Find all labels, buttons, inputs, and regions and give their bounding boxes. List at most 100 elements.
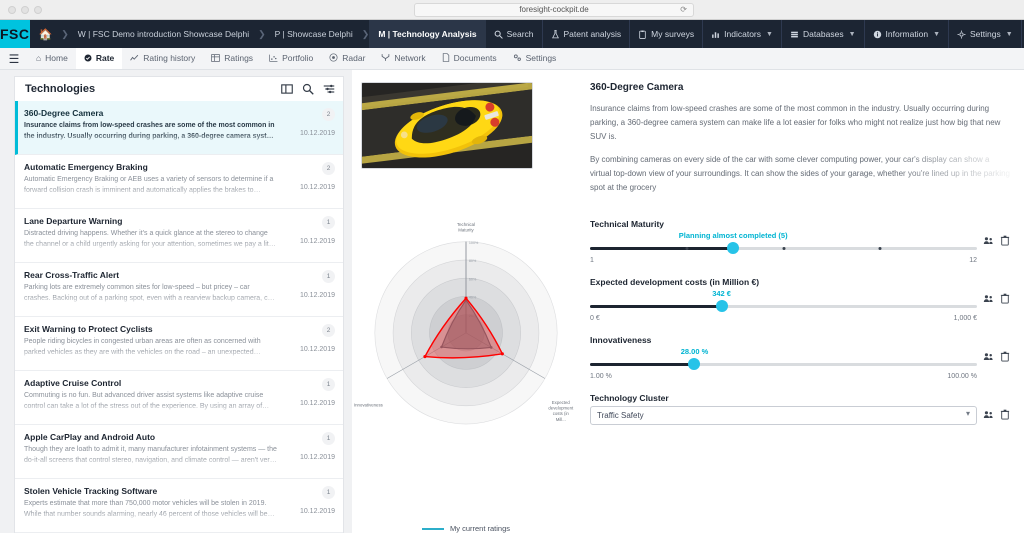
window-controls[interactable]	[0, 5, 42, 14]
technology-cluster-select[interactable]: Traffic Safety	[590, 406, 977, 425]
scatter-icon	[269, 54, 278, 62]
svg-text:80%: 80%	[469, 259, 477, 263]
svg-text:100%: 100%	[469, 241, 479, 245]
line-chart-icon	[130, 54, 139, 62]
breadcrumb-home[interactable]: 🏠	[30, 20, 62, 48]
breadcrumb-label: P | Showcase Delphi	[274, 29, 353, 39]
maximize-window-button[interactable]	[34, 5, 42, 14]
slider-value-text: 342 €	[712, 289, 731, 298]
search-icon	[494, 30, 503, 39]
list-item-date: 10.12.2019	[299, 292, 335, 299]
technology-detail-panel: 360-Degree Camera Insurance claims from …	[580, 70, 1024, 533]
slider-tick	[878, 246, 882, 250]
trash-icon[interactable]	[1000, 409, 1010, 420]
share-users-icon[interactable]	[983, 351, 994, 362]
top-action-databases[interactable]: Databases ▼	[780, 20, 864, 48]
radar-chart: 20%40%60%80%100%TechnicalMaturityExpecte…	[352, 170, 580, 510]
chevron-down-icon: ▼	[933, 30, 940, 38]
slider-fill	[590, 304, 722, 308]
tab-home[interactable]: ⌂ Home	[28, 48, 76, 69]
technologies-list[interactable]: 360-Degree Camera Insurance claims from l…	[14, 101, 344, 533]
page-body: Technologies 360-Degree Camera Insurance …	[0, 70, 1024, 533]
control-actions	[983, 405, 1010, 420]
slider-handle[interactable]	[688, 358, 701, 370]
status-badge: 1	[322, 432, 335, 445]
slider-block: 28.00 % 1.00 % 100.00 %	[590, 347, 1010, 380]
tab-label: Portfolio	[282, 52, 314, 63]
home-icon: 🏠	[38, 28, 53, 41]
radar-axis-label-1: development	[548, 406, 574, 411]
flask-icon	[551, 29, 560, 39]
minimize-window-button[interactable]	[21, 5, 29, 14]
tab-label: Radar	[342, 52, 366, 63]
tab-rating-history[interactable]: Rating history	[122, 48, 203, 69]
control-label: Expected development costs (in Million €…	[590, 277, 760, 287]
brand-logo[interactable]: FSC	[0, 20, 30, 48]
tab-settings[interactable]: Settings	[505, 48, 565, 69]
gear-icon	[957, 30, 966, 39]
list-item-content: Rear Cross-Traffic Alert Parking lots are…	[24, 270, 281, 309]
notifications-button[interactable]	[1020, 20, 1024, 48]
technologies-panel: Technologies 360-Degree Camera Insurance …	[0, 70, 352, 533]
list-item-date: 10.12.2019	[299, 238, 335, 245]
breadcrumb-item-project[interactable]: P | Showcase Delphi	[266, 20, 362, 48]
top-action-patent-analysis[interactable]: Patent analysis	[541, 20, 630, 48]
list-item-meta: 2 10.12.2019	[281, 162, 335, 201]
top-action-my-surveys[interactable]: My surveys	[629, 20, 702, 48]
list-item-content: 360-Degree Camera Insurance claims from l…	[24, 108, 281, 147]
list-item[interactable]: Exit Warning to Protect Cyclists People r…	[15, 317, 343, 371]
share-users-icon[interactable]	[983, 409, 994, 420]
slider-scale: 0 € 1,000 €	[590, 315, 977, 322]
top-action-settings[interactable]: Settings ▼	[948, 20, 1021, 48]
slider-handle[interactable]	[727, 242, 740, 254]
list-item[interactable]: Lane Departure Warning Distracted driving…	[15, 209, 343, 263]
trash-icon[interactable]	[1000, 235, 1010, 246]
breadcrumb-item-module[interactable]: M | Technology Analysis	[369, 20, 486, 48]
top-action-indicators[interactable]: Indicators ▼	[702, 20, 781, 48]
rating-control: Expected development costs (in Million €…	[590, 277, 1010, 322]
top-action-information[interactable]: Information ▼	[863, 20, 948, 48]
slider-column: 342 € 0 € 1,000 €	[590, 289, 977, 322]
hamburger-icon[interactable]: ☰	[0, 48, 28, 69]
reload-icon[interactable]: ⟳	[680, 5, 687, 14]
top-action-search[interactable]: Search	[486, 20, 542, 48]
share-users-icon[interactable]	[983, 293, 994, 304]
close-window-button[interactable]	[8, 5, 16, 14]
list-item[interactable]: Adaptive Cruise Control Commuting is no f…	[15, 371, 343, 425]
legend-label: My current ratings	[449, 524, 511, 533]
svg-text:40%: 40%	[469, 296, 477, 300]
tab-ratings[interactable]: Ratings	[203, 48, 261, 69]
slider[interactable]	[590, 242, 977, 254]
columns-icon[interactable]	[281, 83, 293, 95]
list-item-title: Apple CarPlay and Android Auto	[24, 432, 156, 442]
detail-paragraph: Insurance claims from low-speed crashes …	[590, 104, 1001, 141]
slider-handle[interactable]	[715, 300, 728, 312]
tab-network[interactable]: Network	[373, 48, 433, 69]
browser-chrome: foresight-cockpit.de ⟳	[0, 0, 1024, 20]
list-item[interactable]: Apple CarPlay and Android Auto Though the…	[15, 425, 343, 479]
share-users-icon[interactable]	[983, 235, 994, 246]
tab-label: Network	[394, 52, 426, 63]
list-item[interactable]: Rear Cross-Traffic Alert Parking lots are…	[15, 263, 343, 317]
trash-icon[interactable]	[1000, 293, 1010, 304]
list-item[interactable]: Stolen Vehicle Tracking Software Experts …	[15, 479, 343, 533]
slider[interactable]	[590, 300, 977, 312]
list-item-description: Commuting is no fun. But advanced driver…	[24, 392, 264, 410]
list-item[interactable]: Automatic Emergency Braking Automatic Eme…	[15, 155, 343, 209]
list-item[interactable]: 360-Degree Camera Insurance claims from l…	[15, 101, 343, 155]
database-icon	[790, 30, 799, 39]
tab-rate[interactable]: Rate	[75, 48, 123, 69]
filter-icon[interactable]	[323, 83, 335, 95]
slider[interactable]	[590, 358, 977, 370]
url-bar[interactable]: foresight-cockpit.de ⟳	[414, 2, 694, 17]
breadcrumb-item-workspace[interactable]: W | FSC Demo introduction Showcase Delph…	[69, 20, 258, 48]
trash-icon[interactable]	[1000, 351, 1010, 362]
tab-radar[interactable]: Radar	[321, 48, 373, 69]
tab-documents[interactable]: Documents	[434, 48, 505, 69]
tab-portfolio[interactable]: Portfolio	[261, 48, 321, 69]
search-icon[interactable]	[302, 83, 314, 95]
slider-min-label: 0 €	[590, 315, 600, 322]
rating-control: Innovativeness 28.00 % 1.00 % 100.00 %	[590, 335, 1010, 380]
slider-max-label: 12	[969, 257, 977, 264]
list-item-title: Automatic Emergency Braking	[24, 162, 148, 172]
